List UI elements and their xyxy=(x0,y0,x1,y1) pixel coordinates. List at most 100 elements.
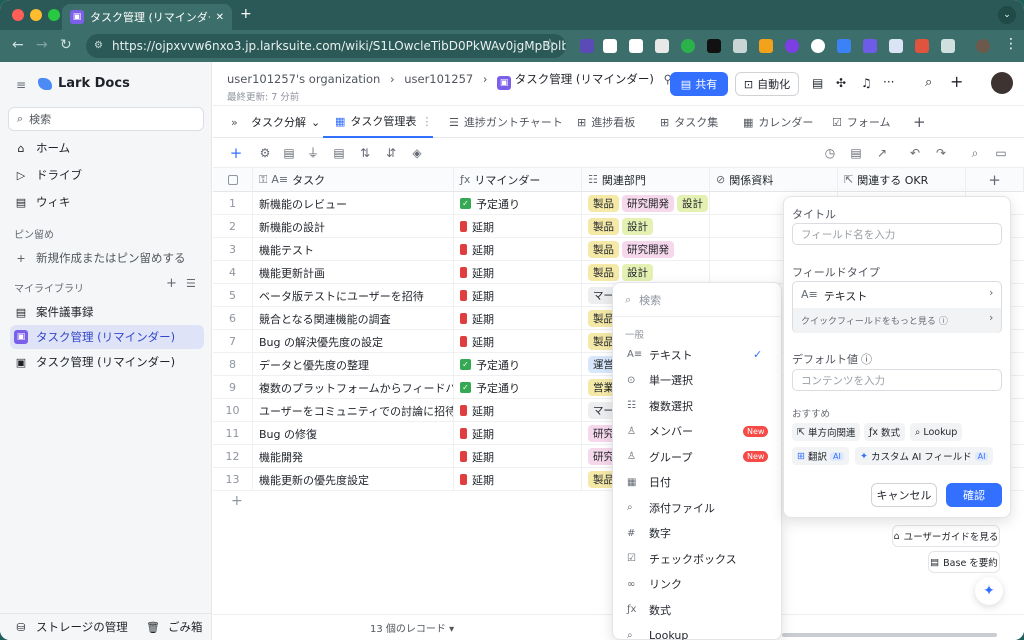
find-icon[interactable]: ⌕ xyxy=(968,146,982,160)
reminder-cell[interactable]: 延期 xyxy=(454,238,582,261)
extension-icon[interactable] xyxy=(889,39,903,53)
field-type-option[interactable]: ∞ リンク xyxy=(613,572,783,597)
horizontal-scrollbar[interactable] xyxy=(782,633,997,637)
reminder-cell[interactable]: 延期 xyxy=(454,330,582,353)
field-type-option[interactable]: ☑ チェックボックス xyxy=(613,546,783,571)
reminder-cell[interactable]: 延期 xyxy=(454,422,582,445)
library-list-icon[interactable]: ☰ xyxy=(186,277,196,290)
task-cell[interactable]: Bug の修復 xyxy=(253,422,454,445)
tab-gantt[interactable]: ☰ 進捗ガントチャート xyxy=(449,106,563,138)
redo-icon[interactable]: ↷ xyxy=(934,146,948,160)
reminder-cell[interactable]: ✓ 予定通り xyxy=(454,192,582,215)
search-icon[interactable]: ⌕ xyxy=(925,75,932,90)
group-icon[interactable]: ▤ xyxy=(332,146,346,160)
reminder-cell[interactable]: 延期 xyxy=(454,215,582,238)
summarize-base-button[interactable]: ▤ Base を要約 xyxy=(928,551,1000,573)
automation-button[interactable]: ⊡ 自動化 xyxy=(735,72,799,96)
maximize-window-button[interactable] xyxy=(48,9,60,21)
extension-icon[interactable] xyxy=(629,39,643,53)
department-cell[interactable]: 製品 設計 xyxy=(582,261,710,284)
extension-icon[interactable] xyxy=(811,39,825,53)
extension-icon[interactable] xyxy=(785,39,799,53)
field-type-selector[interactable]: A≡ テキスト › クイックフィールドをもっと見る ⓘ › xyxy=(792,281,1002,333)
extension-icon[interactable] xyxy=(580,39,594,53)
default-value-input[interactable]: コンテンツを入力 xyxy=(792,369,1002,391)
plugin-icon[interactable]: ✣ xyxy=(836,76,846,90)
field-type-option[interactable]: ♙ グループ New xyxy=(613,444,783,469)
add-field-button[interactable]: + xyxy=(966,168,1024,192)
department-cell[interactable]: 製品 設計 xyxy=(582,215,710,238)
task-cell[interactable]: 機能更新計画 xyxy=(253,261,454,284)
reminder-cell[interactable]: 延期 xyxy=(454,445,582,468)
cancel-button[interactable]: キャンセル xyxy=(871,483,937,507)
field-type-option[interactable]: ▦ 日付 xyxy=(613,470,783,495)
extension-icon[interactable] xyxy=(863,39,877,53)
task-cell[interactable]: 新機能の設計 xyxy=(253,215,454,238)
task-cell[interactable]: 競合となる関連機能の調査 xyxy=(253,307,454,330)
task-cell[interactable]: 機能更新の優先度設定 xyxy=(253,468,454,491)
comment-icon[interactable]: ▭ xyxy=(994,146,1008,160)
reminder-cell[interactable]: 延期 xyxy=(454,307,582,330)
task-cell[interactable]: 新機能のレビュー xyxy=(253,192,454,215)
view-group-dropdown[interactable]: タスク分解 ⌄ xyxy=(251,106,320,138)
share-view-icon[interactable]: ↗ xyxy=(875,146,889,160)
extension-icon[interactable] xyxy=(837,39,851,53)
document-info-icon[interactable]: ▤ xyxy=(812,76,823,90)
record-count[interactable]: 13 個のレコード ▾ xyxy=(370,620,454,635)
breadcrumb-org[interactable]: user101257's organization xyxy=(227,72,380,86)
chip-translate[interactable]: ⊞ 翻訳 AI xyxy=(792,447,849,465)
extension-icon[interactable] xyxy=(759,39,773,53)
chip-one-way-link[interactable]: ⇱ 単方向関連 xyxy=(792,423,861,441)
field-type-option[interactable]: ☷ 複数選択 xyxy=(613,393,783,418)
field-type-option[interactable]: ⌕ 添付ファイル xyxy=(613,495,783,520)
undo-icon[interactable]: ↶ xyxy=(908,146,922,160)
avatar[interactable] xyxy=(991,72,1013,94)
extension-icon[interactable] xyxy=(707,39,721,53)
department-cell[interactable]: 製品 研究開発 設計 xyxy=(582,192,710,215)
reminder-cell[interactable]: ✓ 予定通り xyxy=(454,353,582,376)
select-all-checkbox[interactable] xyxy=(213,168,253,192)
column-header-reminder[interactable]: ƒx リマインダー xyxy=(454,168,582,192)
tab-task-table[interactable]: ▦ タスク管理表 ⋮ xyxy=(323,106,433,138)
task-cell[interactable]: ユーザーをコミュニティでの討論に招待 xyxy=(253,399,454,422)
column-header-department[interactable]: ☷ 関連部門 xyxy=(582,168,710,192)
chip-custom-ai-field[interactable]: ✦ カスタム AI フィールド AI xyxy=(855,447,994,465)
share-button[interactable]: ▤ 共有 xyxy=(670,72,728,96)
task-cell[interactable]: ベータ版テストにユーザーを招待 xyxy=(253,284,454,307)
fill-color-icon[interactable]: ◈ xyxy=(410,146,424,160)
browser-menu-icon[interactable]: ⋮ xyxy=(1004,36,1018,52)
tab-more-icon[interactable]: ⋮ xyxy=(421,115,432,128)
reminder-cell[interactable]: 延期 xyxy=(454,468,582,491)
task-cell[interactable]: Bug の解決優先度の設定 xyxy=(253,330,454,353)
site-info-icon[interactable]: ⚙ xyxy=(94,40,103,51)
sort-icon[interactable]: ⇅ xyxy=(358,146,372,160)
column-header-task[interactable]: ⚿ A≡ タスク xyxy=(253,168,454,192)
task-cell[interactable]: 機能開発 xyxy=(253,445,454,468)
sidebar-item-meeting-notes[interactable]: ▤ 案件議事録 xyxy=(10,300,204,324)
trash-button[interactable]: 🗑 ごみ箱 xyxy=(142,615,208,639)
chip-formula[interactable]: ƒx 数式 xyxy=(864,423,905,441)
task-cell[interactable]: 複数のプラットフォームからフィードバ... xyxy=(253,376,454,399)
history-icon[interactable]: ◷ xyxy=(823,146,837,160)
quick-fields-link[interactable]: クイックフィールドをもっと見る ⓘ xyxy=(793,308,1001,333)
bookmark-star-icon[interactable]: ☆ xyxy=(544,37,556,52)
sidebar-item-wiki[interactable]: ▤ ウィキ xyxy=(10,190,204,214)
pin-new-button[interactable]: + 新規作成またはピン留めする xyxy=(10,246,204,270)
field-type-option[interactable]: ⊙ 単一選択 xyxy=(613,368,783,393)
export-icon[interactable]: ▤ xyxy=(849,146,863,160)
field-name-input[interactable]: フィールド名を入力 xyxy=(792,223,1002,245)
new-tab-icon[interactable]: + xyxy=(240,6,252,22)
browser-tab[interactable]: ▣ タスク管理 (リマインダー) - Lar ✕ xyxy=(62,4,232,30)
add-icon[interactable]: + xyxy=(166,276,177,291)
task-cell[interactable]: 機能テスト xyxy=(253,238,454,261)
bell-icon[interactable]: ♫ xyxy=(861,76,872,90)
extensions-puzzle-icon[interactable] xyxy=(941,39,955,53)
add-icon[interactable]: + xyxy=(950,72,963,91)
sidebar-item-drive[interactable]: ▷ ドライブ xyxy=(10,163,204,187)
reminder-cell[interactable]: 延期 xyxy=(454,261,582,284)
breadcrumb-user[interactable]: user101257 xyxy=(404,72,473,86)
ai-assistant-icon[interactable]: ✦ xyxy=(975,577,1003,605)
confirm-button[interactable]: 確認 xyxy=(946,483,1002,507)
reminder-cell[interactable]: 延期 xyxy=(454,399,582,422)
tab-kanban[interactable]: ⊞ 進捗看板 xyxy=(577,106,635,138)
